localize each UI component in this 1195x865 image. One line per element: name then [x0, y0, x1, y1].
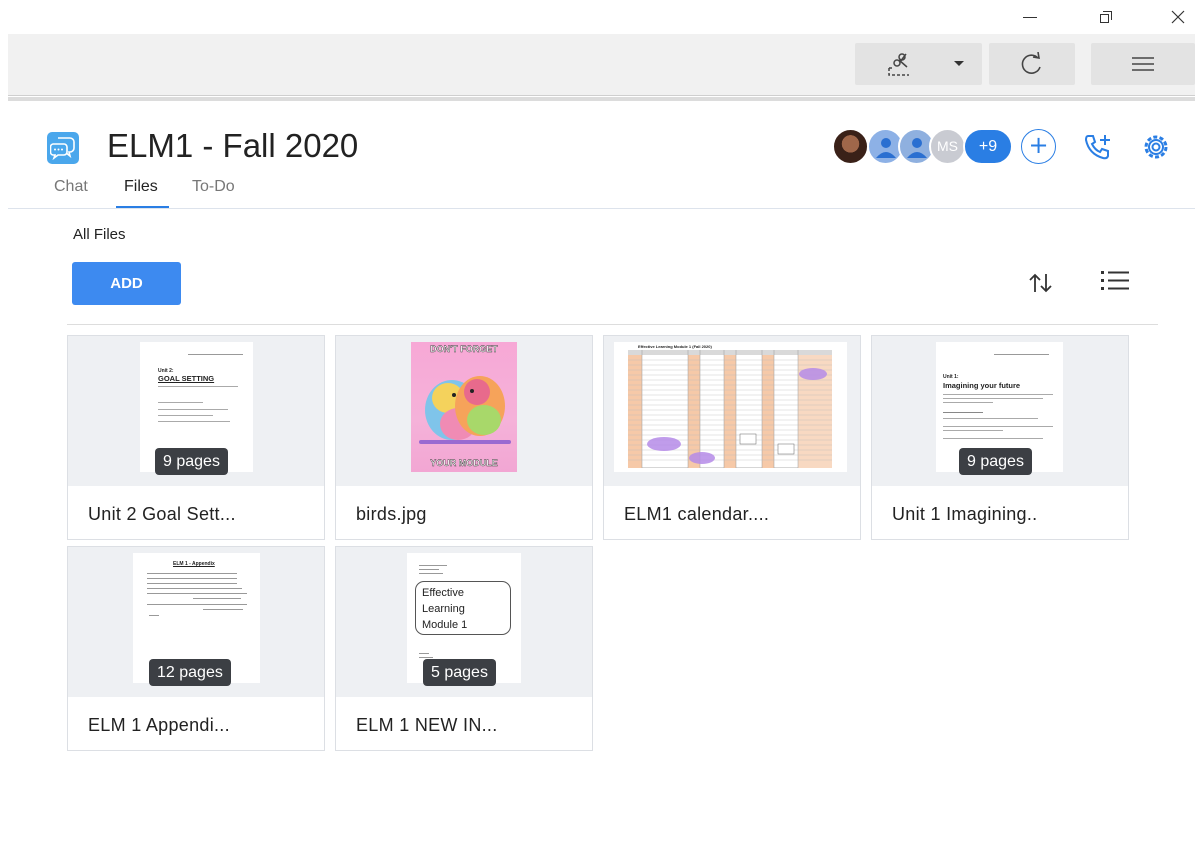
add-call-icon[interactable] — [1083, 133, 1113, 161]
close-icon[interactable] — [1160, 4, 1195, 30]
file-name[interactable]: ELM 1 Appendi... — [88, 715, 230, 736]
file-thumbnail-area: Unit 1: Imagining your future 9 pages — [872, 336, 1128, 486]
window-titlebar — [0, 0, 1195, 34]
file-card[interactable]: Unit 1: Imagining your future 9 pages Un… — [871, 335, 1129, 540]
chevron-down-icon — [954, 61, 964, 66]
chat-bubbles-icon — [47, 132, 79, 164]
toolbar-divider — [8, 97, 1195, 101]
file-name[interactable]: ELM 1 NEW IN... — [356, 715, 498, 736]
file-card[interactable]: DON'T FORGET YOUR MODULE birds.jpg — [335, 335, 593, 540]
page-count-badge: 12 pages — [149, 659, 231, 686]
file-card[interactable]: Effective Learning Module 1 5 pages ELM … — [335, 546, 593, 751]
minimize-icon[interactable] — [1012, 4, 1048, 30]
page-count-badge: 9 pages — [155, 448, 228, 475]
more-members-badge[interactable]: +9 — [963, 128, 1013, 165]
person-icon — [876, 138, 896, 158]
file-name[interactable]: birds.jpg — [356, 504, 427, 525]
thumb-heading: ELM 1 - Appendix — [173, 561, 215, 567]
thumb-heading: Effective Learning Module 1 (Fall 2020) — [638, 344, 712, 349]
file-name[interactable]: Unit 2 Goal Sett... — [88, 504, 236, 525]
breadcrumb[interactable]: All Files — [73, 226, 126, 243]
spreadsheet-thumbnail: Effective Learning Module 1 (Fall 2020) — [614, 342, 847, 472]
hamburger-menu-icon — [1132, 57, 1154, 71]
image-thumbnail: DON'T FORGET YOUR MODULE — [411, 342, 517, 472]
thumb-box-line: Effective — [422, 587, 464, 599]
thumb-heading: Imagining your future — [943, 381, 1021, 390]
calendar-grid — [628, 350, 832, 468]
tab-files[interactable]: Files — [124, 178, 158, 196]
snip-tool-button[interactable] — [855, 43, 982, 85]
refresh-button[interactable] — [989, 43, 1075, 85]
birds-illustration — [419, 376, 511, 444]
member-avatars[interactable]: MS +9 + — [832, 128, 1072, 166]
tabs-divider — [8, 208, 1195, 209]
meme-bottom-text: YOUR MODULE — [430, 458, 498, 468]
file-card[interactable]: Effective Learning Module 1 (Fall 2020) … — [603, 335, 861, 540]
add-button[interactable]: ADD — [72, 262, 181, 305]
settings-icon[interactable] — [1141, 132, 1171, 162]
file-thumbnail-area: Effective Learning Module 1 (Fall 2020) — [604, 336, 860, 486]
thumb-box-line: Learning — [422, 603, 465, 615]
file-thumbnail-area: Unit 2: GOAL SETTING 9 pages — [68, 336, 324, 486]
thumb-heading: GOAL SETTING — [158, 374, 215, 383]
file-name[interactable]: ELM1 calendar.... — [624, 504, 769, 525]
refresh-icon — [1021, 52, 1041, 74]
page-count-badge: 9 pages — [959, 448, 1032, 475]
snip-tool-icon — [888, 53, 909, 76]
file-thumbnail-area: Effective Learning Module 1 5 pages — [336, 547, 592, 697]
list-view-icon[interactable] — [1099, 269, 1131, 293]
tab-chat[interactable]: Chat — [54, 178, 88, 196]
app-toolbar — [8, 34, 1195, 96]
sort-icon[interactable] — [1028, 272, 1054, 294]
file-name[interactable]: Unit 1 Imagining.. — [892, 504, 1037, 525]
list-divider — [67, 324, 1158, 325]
member-avatar-initials[interactable]: MS — [929, 128, 966, 165]
person-icon — [907, 138, 927, 158]
channel-title: ELM1 - Fall 2020 — [107, 127, 359, 164]
file-thumbnail-area: DON'T FORGET YOUR MODULE — [336, 336, 592, 486]
tab-todo[interactable]: To-Do — [192, 178, 235, 196]
thumb-heading: Unit 1: — [943, 374, 959, 380]
title-box: Effective Learning Module 1 — [415, 581, 511, 635]
file-card[interactable]: Unit 2: GOAL SETTING 9 pages Unit 2 Goal… — [67, 335, 325, 540]
menu-button[interactable] — [1091, 43, 1195, 85]
restore-icon[interactable] — [1088, 4, 1124, 30]
thumb-box-line: Module 1 — [422, 619, 468, 631]
add-member-button[interactable]: + — [1021, 129, 1056, 164]
file-card[interactable]: ELM 1 - Appendix 12 pages ELM 1 Appendi.… — [67, 546, 325, 751]
meme-top-text: DON'T FORGET — [430, 344, 498, 354]
file-thumbnail-area: ELM 1 - Appendix 12 pages — [68, 547, 324, 697]
page-count-badge: 5 pages — [423, 659, 496, 686]
member-avatar-photo[interactable] — [832, 128, 869, 165]
